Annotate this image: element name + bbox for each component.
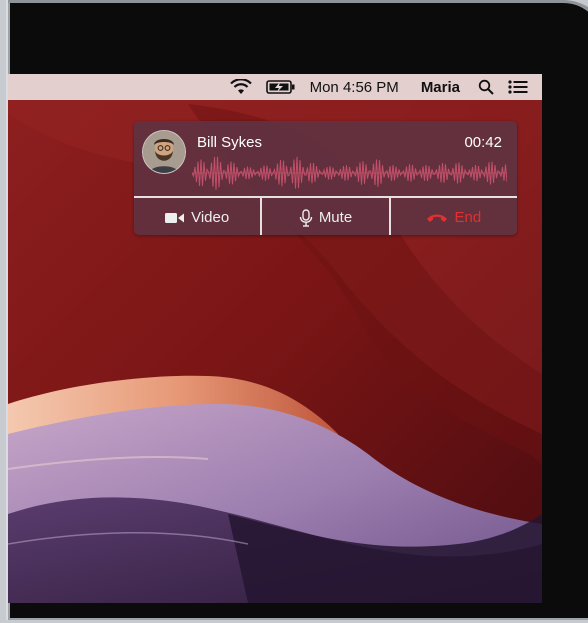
call-duration: 00:42 (464, 134, 502, 151)
microphone-icon (299, 208, 313, 227)
incoming-call-notification: Bill Sykes 00:42 Video Mute End (134, 121, 517, 235)
avatar (142, 130, 186, 174)
battery-charging-icon[interactable] (265, 79, 296, 95)
audio-waveform (192, 156, 507, 190)
mute-button[interactable]: Mute (262, 198, 391, 235)
menu-clock[interactable]: Mon 4:56 PM (310, 79, 399, 96)
notification-center-icon[interactable] (508, 80, 528, 94)
video-button[interactable]: Video (134, 198, 263, 235)
spotlight-search-icon[interactable] (478, 79, 494, 95)
end-call-button[interactable]: End (391, 198, 517, 235)
hang-up-phone-icon (427, 214, 448, 222)
desktop-screen: Mon 4:56 PM Maria Bill Sykes 00:42 Video… (8, 74, 542, 603)
video-camera-icon (165, 212, 185, 223)
caller-name: Bill Sykes (197, 134, 263, 151)
video-label: Video (191, 209, 230, 226)
call-actions: Video Mute End (134, 196, 517, 235)
mute-label: Mute (318, 209, 353, 226)
menu-bar: Mon 4:56 PM Maria (8, 74, 542, 100)
user-menu[interactable]: Maria (421, 79, 460, 96)
wifi-icon[interactable] (229, 79, 252, 95)
end-label: End (454, 209, 482, 226)
